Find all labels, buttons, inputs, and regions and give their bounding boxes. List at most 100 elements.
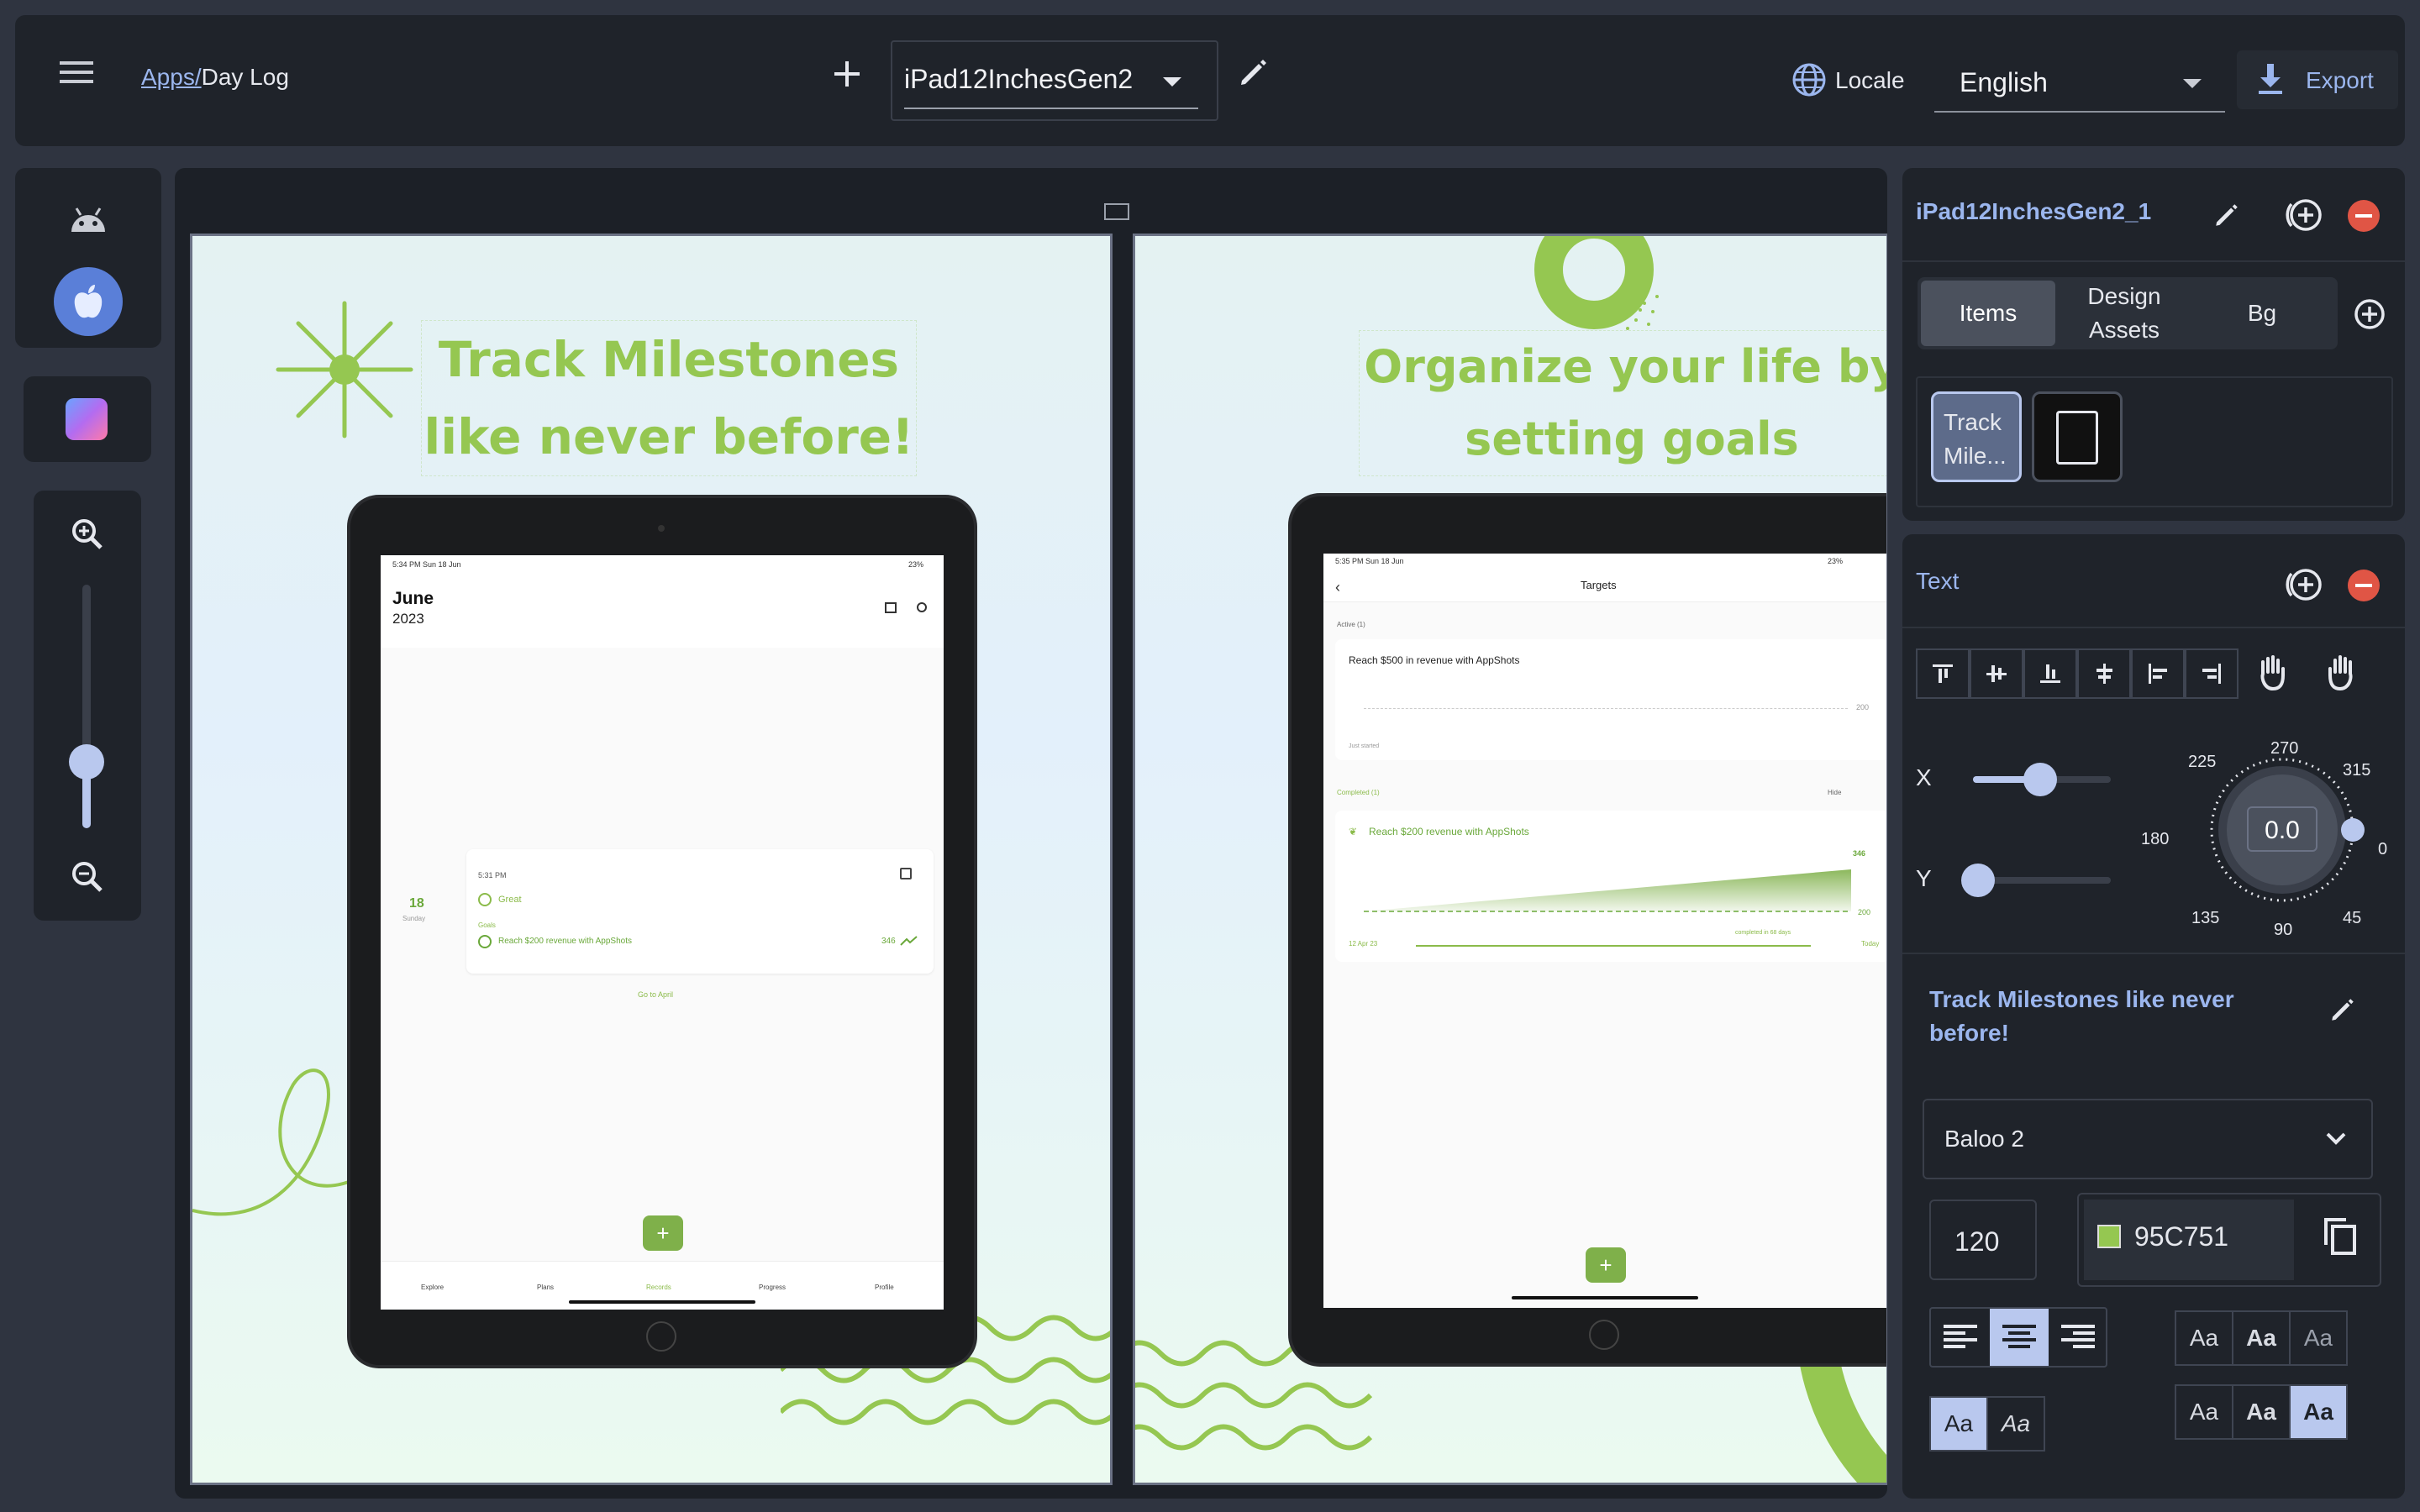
zoom-out-icon[interactable] [62, 852, 113, 902]
font-case-heavy-button[interactable]: Aa [2289, 1384, 2348, 1440]
tab-profile[interactable]: Profile [875, 1284, 894, 1291]
headline-line-2: setting goals [1465, 412, 1799, 465]
device-select-value: iPad12InchesGen2 [904, 64, 1134, 94]
dial-label-315: 315 [2343, 761, 2371, 780]
text-align-right-button[interactable] [2049, 1309, 2107, 1366]
headline-line-1: Track Milestones [438, 331, 900, 388]
align-vcenter-button[interactable] [1970, 648, 2023, 699]
font-weight-bold-button[interactable]: Aa [2232, 1310, 2291, 1366]
completed-base-value: 200 [1858, 908, 1871, 916]
zoom-slider-track[interactable] [82, 585, 91, 828]
font-case-semibold-button[interactable]: Aa [2232, 1384, 2291, 1440]
font-family-select[interactable]: Baloo 2 [1923, 1099, 2373, 1179]
apple-icon[interactable] [54, 267, 123, 336]
duplicate-screen-button[interactable] [2279, 192, 2329, 239]
text-align-center-button[interactable] [1990, 1309, 2049, 1366]
home-button [646, 1321, 676, 1352]
copy-icon[interactable] [2323, 1216, 2358, 1257]
entry-card[interactable]: 5:31 PM Great Goals Reach $200 revenue w… [466, 849, 934, 974]
align-left-button[interactable] [2131, 648, 2185, 699]
screenshot-frame-2[interactable]: Organize your life by setting goals 5:35… [1133, 234, 1887, 1485]
completed-goal-card[interactable]: ❦ Reach $200 revenue with AppShots 346 2… [1335, 811, 1886, 962]
dial-label-90: 90 [2274, 921, 2293, 939]
edit-device-button[interactable] [1228, 47, 1279, 97]
locale-select[interactable]: English [1934, 57, 2225, 113]
breadcrumb-current: Day Log [201, 64, 289, 90]
hide-button[interactable]: Hide [1828, 789, 1841, 796]
entry-goals-label: Goals [478, 921, 496, 929]
go-to-link[interactable]: Go to April [638, 990, 673, 999]
chevron-down-icon [1163, 77, 1181, 87]
aa-label: Aa [2189, 1325, 2219, 1351]
align-hcenter-button[interactable] [2077, 648, 2131, 699]
fab-add-button[interactable]: + [643, 1215, 683, 1251]
locale-label: Locale [1835, 67, 1905, 93]
edit-icon[interactable] [900, 868, 912, 879]
active-goal-title: Reach $500 in revenue with AppShots [1349, 654, 1520, 666]
text-align-left-icon [1944, 1325, 1977, 1348]
tab-explore[interactable]: Explore [421, 1284, 444, 1291]
text-align-center-icon [2002, 1325, 2036, 1348]
remove-screen-button[interactable] [2348, 200, 2380, 232]
tab-progress[interactable]: Progress [759, 1284, 786, 1291]
tab-plans[interactable]: Plans [537, 1284, 554, 1291]
ipad-frame-2: 5:35 PM Sun 18 Jun 23% ‹ Targets Active … [1292, 496, 1886, 1363]
item-text-thumb[interactable]: Track Mile... [1931, 391, 2022, 482]
zoom-in-icon[interactable] [62, 509, 113, 559]
align-hcenter-icon [2096, 664, 2112, 684]
tab-bg[interactable]: Bg [2195, 281, 2329, 346]
font-style-normal-button[interactable]: Aa [1929, 1396, 1988, 1452]
breadcrumb-apps-link[interactable]: Apps/ [141, 64, 202, 90]
home-indicator [569, 1300, 755, 1304]
align-top-button[interactable] [1916, 648, 1970, 699]
font-family-value: Baloo 2 [1944, 1126, 2024, 1152]
back-icon[interactable]: ‹ [1335, 579, 1340, 596]
color-input[interactable]: 95C751 [2077, 1193, 2381, 1287]
text-properties-panel: Text X Y 0.0 270 315 0 45 90 135 180 225… [1902, 534, 2405, 1499]
calendar-icon[interactable] [885, 602, 897, 613]
font-weight-regular-button[interactable]: Aa [2175, 1310, 2233, 1366]
date-end: Today [1861, 940, 1880, 948]
android-icon[interactable] [54, 185, 123, 252]
align-right-button[interactable] [2185, 648, 2238, 699]
font-size-input[interactable]: 120 [1929, 1200, 2037, 1280]
edit-text-button[interactable] [2317, 986, 2368, 1033]
hand-left-icon[interactable] [2247, 645, 2299, 701]
x-slider-handle[interactable] [2023, 763, 2057, 796]
edit-screen-button[interactable] [2202, 192, 2252, 239]
app-logo-icon[interactable] [66, 398, 108, 440]
font-style-italic-button[interactable]: Aa [1986, 1396, 2045, 1452]
item-device-thumb[interactable] [2032, 391, 2123, 482]
tab-design-assets[interactable]: Design Assets [2057, 281, 2191, 346]
font-weight-light-button[interactable]: Aa [2289, 1310, 2348, 1366]
fab-add-button[interactable]: + [1586, 1247, 1626, 1283]
rotation-value-input[interactable]: 0.0 [2247, 806, 2317, 852]
export-button[interactable]: Export [2237, 50, 2398, 109]
headline-text[interactable]: Track Milestones like never before! [421, 320, 917, 476]
screenshot-frame-1[interactable]: Track Milestones like never before! 5:34… [190, 234, 1113, 1485]
remove-text-button[interactable] [2348, 570, 2380, 601]
duplicate-text-button[interactable] [2279, 561, 2329, 608]
menu-icon[interactable] [47, 47, 106, 97]
active-goal-card[interactable]: Reach $500 in revenue with AppShots 200 … [1335, 639, 1886, 760]
tab-items[interactable]: Items [1921, 281, 2055, 346]
add-screen-button[interactable] [822, 49, 872, 99]
headline-text-2[interactable]: Organize your life by setting goals [1359, 330, 1886, 476]
zoom-slider-handle[interactable] [69, 744, 104, 780]
hand-right-icon[interactable] [2314, 645, 2366, 701]
app-switcher [24, 376, 151, 462]
minus-icon [2355, 584, 2372, 587]
y-slider-handle[interactable] [1961, 864, 1995, 897]
font-case-regular-button[interactable]: Aa [2175, 1384, 2233, 1440]
text-align-left-button[interactable] [1931, 1309, 1990, 1366]
align-left-icon [2149, 664, 2167, 684]
align-bottom-button[interactable] [2023, 648, 2077, 699]
tab-records[interactable]: Records [646, 1284, 671, 1291]
day-name: Sunday [402, 915, 426, 922]
text-content[interactable]: Track Milestones like never before! [1929, 983, 2299, 1050]
add-item-button[interactable] [2344, 289, 2395, 339]
device-select[interactable]: iPad12InchesGen2 [891, 40, 1218, 121]
fit-icon[interactable] [1104, 203, 1129, 220]
search-icon[interactable] [917, 602, 927, 612]
entry-time: 5:31 PM [478, 871, 507, 879]
